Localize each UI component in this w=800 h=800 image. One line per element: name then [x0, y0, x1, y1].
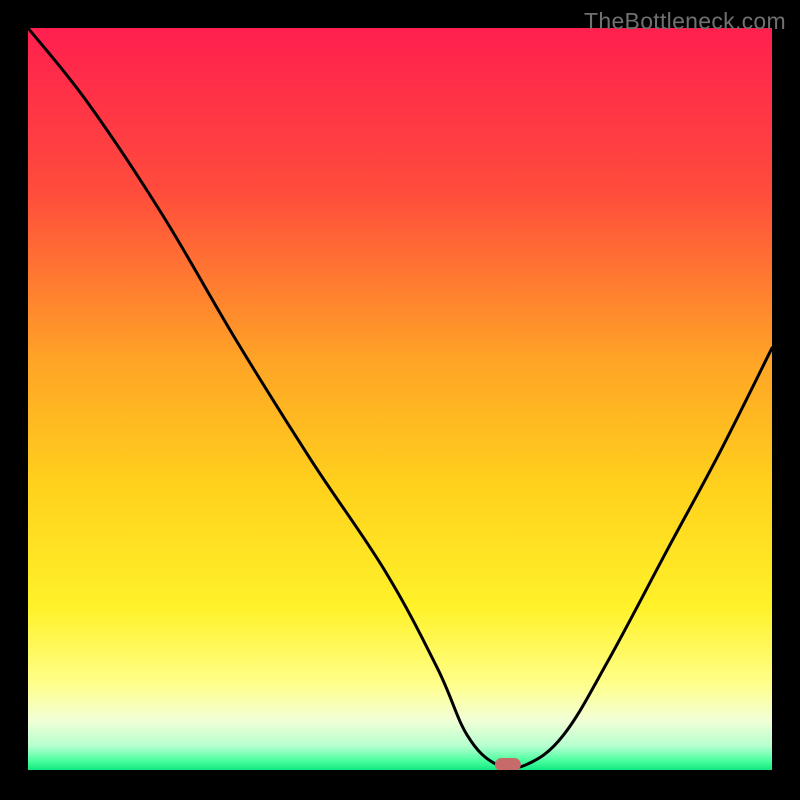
- bottleneck-curve: [28, 28, 772, 769]
- marker-dot: [495, 758, 521, 771]
- chart-svg: [28, 28, 772, 772]
- watermark-text: TheBottleneck.com: [584, 8, 786, 35]
- plot-area: [28, 28, 772, 772]
